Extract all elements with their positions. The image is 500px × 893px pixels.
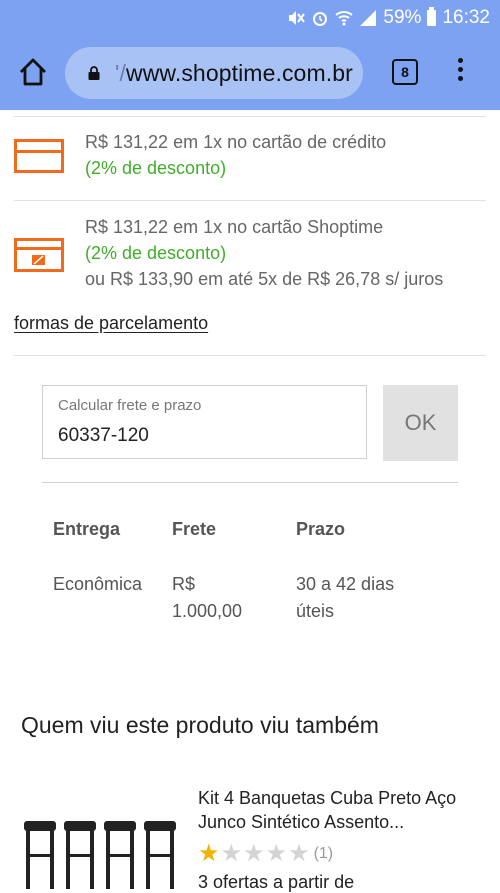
product-rating: ★ ★ ★ ★ ★ (1)	[198, 842, 333, 866]
header-time: Prazo	[296, 519, 346, 539]
signal-icon	[360, 10, 377, 26]
credit-card-discount: (2% de desconto)	[85, 158, 227, 178]
alarm-icon	[313, 12, 328, 26]
status-indicators: 59% 16:32	[287, 7, 490, 29]
star-icon: ★	[288, 840, 310, 867]
url-domain: www.shoptime.com.br	[125, 60, 353, 86]
url-text: '/www.shoptime.com.br	[115, 60, 353, 87]
store-card-price: R$ 131,22 em 1x no cartão Shoptime	[85, 217, 384, 237]
zipcode-label: Calcular frete e prazo	[58, 397, 202, 414]
wifi-icon	[335, 11, 354, 26]
store-card-installments: ou R$ 133,90 em até 5x de R$ 26,78 s/ ju…	[85, 269, 444, 289]
header-delivery: Entrega	[53, 519, 121, 539]
battery-icon	[427, 7, 437, 26]
url-prefix: '/	[115, 60, 126, 86]
calculate-shipping-button[interactable]: OK	[383, 385, 458, 461]
status-bar: 59% 16:32	[0, 0, 500, 36]
shipping-price: R$ 1.000,00	[172, 571, 242, 625]
shipping-time: 30 a 42 dias úteis	[296, 571, 394, 625]
zipcode-input[interactable]: Calcular frete e prazo 60337-120	[42, 385, 367, 459]
browser-chrome: 59% 16:32 '/www.shoptime.com.br 8	[0, 0, 500, 110]
lock-icon	[88, 66, 100, 80]
overflow-menu-icon[interactable]	[452, 58, 468, 88]
tab-switcher-button[interactable]: 8	[392, 59, 418, 85]
divider	[14, 200, 486, 201]
star-icon: ★	[265, 840, 288, 867]
shipping-time-unit: úteis	[296, 601, 335, 621]
battery-percentage: 59%	[383, 7, 422, 28]
product-name[interactable]: Kit 4 Banquetas Cuba Preto Aço Junco Sin…	[198, 786, 478, 834]
shipping-time-days: 30 a 42 dias	[296, 574, 395, 594]
status-icons	[287, 9, 377, 27]
star-icon: ★	[220, 840, 243, 867]
shipping-price-currency: R$	[172, 574, 196, 594]
product-image[interactable]	[22, 810, 182, 889]
store-card-discount: (2% de desconto)	[85, 243, 227, 263]
related-products-title: Quem viu este produto viu também	[21, 712, 379, 738]
credit-card-icon	[14, 139, 64, 173]
rating-count: (1)	[313, 845, 334, 862]
header-freight: Frete	[172, 519, 217, 539]
divider	[42, 482, 458, 483]
browser-toolbar: '/www.shoptime.com.br 8	[0, 36, 500, 110]
divider	[14, 355, 486, 356]
address-bar[interactable]: '/www.shoptime.com.br	[65, 47, 363, 99]
zipcode-value: 60337-120	[58, 425, 149, 446]
shipping-method: Econômica	[53, 574, 143, 594]
clock: 16:32	[442, 7, 490, 28]
shipping-price-value: 1.000,00	[172, 601, 243, 621]
home-icon[interactable]	[17, 56, 49, 88]
star-icon: ★	[243, 840, 265, 867]
divider	[14, 116, 486, 117]
star-icon: ★	[198, 840, 220, 867]
mute-icon	[289, 11, 306, 25]
installments-link[interactable]: formas de parcelamento	[14, 313, 208, 334]
offers-text: 3 ofertas a partir de	[198, 872, 355, 892]
credit-card-price: R$ 131,22 em 1x no cartão de crédito	[85, 132, 387, 152]
store-card-icon	[14, 238, 64, 272]
